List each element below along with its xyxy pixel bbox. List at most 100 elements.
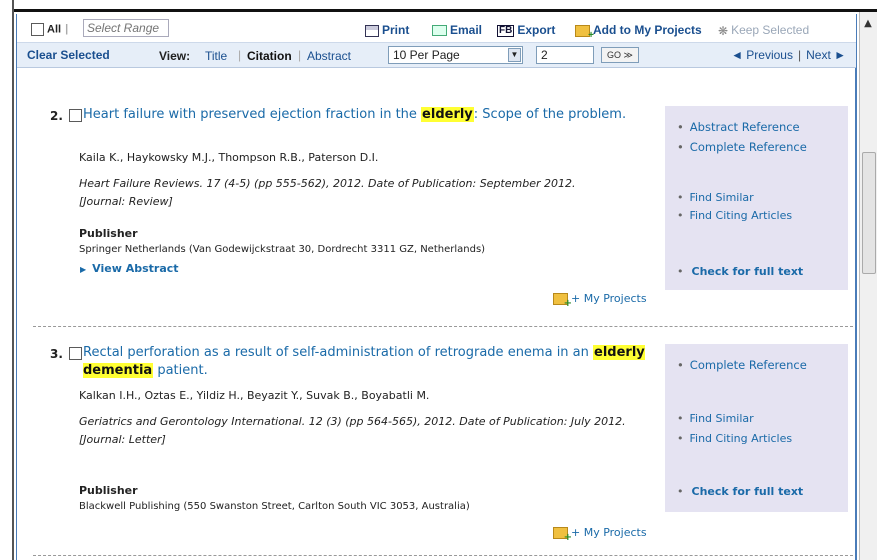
my-projects-label: + My Projects xyxy=(571,292,647,305)
per-page-select[interactable]: 10 Per Page ▼ xyxy=(388,46,523,64)
keep-selected-button[interactable]: ❋ Keep Selected xyxy=(718,23,809,38)
action-toolbar: All| Print Email FBExport Add to My Proj… xyxy=(17,14,856,43)
add-to-projects-button[interactable]: Add to My Projects xyxy=(575,23,702,41)
triangle-right-icon: ▶ xyxy=(80,265,87,274)
view-toolbar: Clear Selected View: Title | Citation | … xyxy=(17,43,856,68)
record-links-panel: • Complete Reference • Find Similar • Find … xyxy=(665,344,848,512)
add-to-my-projects-link[interactable]: + My Projects xyxy=(553,292,647,309)
email-label: Email xyxy=(450,23,483,37)
title-text: : Scope of the problem. xyxy=(473,107,627,122)
bullet-icon: • xyxy=(677,140,684,154)
view-divider: | xyxy=(238,48,242,62)
title-text: Heart failure with preserved ejection fr… xyxy=(83,107,422,122)
check-full-text-link[interactable]: • Check for full text xyxy=(677,265,803,278)
results-panel: All| Print Email FBExport Add to My Proj… xyxy=(16,14,857,560)
view-abstract-link[interactable]: ▶ View Abstract xyxy=(80,262,179,275)
pager-divider: | xyxy=(797,48,802,62)
abstract-reference-link[interactable]: • Abstract Reference xyxy=(677,120,800,134)
find-similar-link[interactable]: • Find Similar xyxy=(677,412,754,425)
publisher-text: Springer Netherlands (Van Godewijckstraa… xyxy=(79,244,486,255)
folder-add-icon xyxy=(575,24,594,41)
complete-reference-label: Complete Reference xyxy=(689,358,807,372)
find-similar-label: Find Similar xyxy=(689,412,754,425)
previous-link[interactable]: ◄ Previous xyxy=(731,48,793,62)
search-term-highlight: elderly xyxy=(421,107,474,122)
next-link[interactable]: Next ► xyxy=(806,48,846,62)
folder-add-icon xyxy=(553,293,572,309)
email-icon xyxy=(432,25,447,37)
add-to-my-projects-link[interactable]: + My Projects xyxy=(553,526,647,543)
window-left-edge xyxy=(0,0,14,560)
select-all-label: All xyxy=(47,23,62,36)
publisher-label: Publisher xyxy=(79,227,138,240)
title-text: Rectal perforation as a result of self-a… xyxy=(83,345,594,360)
scroll-up-arrow-icon[interactable]: ▲ xyxy=(860,16,876,32)
complete-reference-label: Complete Reference xyxy=(689,140,807,154)
bullet-icon: • xyxy=(677,120,684,134)
export-icon: FB xyxy=(497,24,515,37)
keep-selected-label: Keep Selected xyxy=(731,23,810,37)
window-top-edge xyxy=(0,0,877,12)
bullet-icon: • xyxy=(677,432,684,445)
select-all[interactable]: All | xyxy=(31,23,72,36)
select-all-checkbox[interactable] xyxy=(31,23,44,36)
record-source: Heart Failure Reviews. 17 (4-5) (pp 555-… xyxy=(79,175,659,211)
find-similar-label: Find Similar xyxy=(689,191,754,204)
scrollbar-thumb[interactable] xyxy=(862,152,876,274)
export-label: Export xyxy=(517,23,556,37)
print-icon xyxy=(365,24,379,37)
bullet-icon: • xyxy=(677,191,684,204)
view-citation-link[interactable]: Citation xyxy=(247,49,292,63)
document-type: [Journal: Letter] xyxy=(79,433,166,446)
record-divider xyxy=(33,326,853,327)
toolbar-divider: | xyxy=(65,23,69,36)
page-number-input[interactable]: 2 xyxy=(536,46,594,64)
record-title-link[interactable]: Rectal perforation as a result of self-a… xyxy=(83,344,648,380)
complete-reference-link[interactable]: • Complete Reference xyxy=(677,358,807,372)
record-source: Geriatrics and Gerontology International… xyxy=(79,413,659,449)
find-citing-articles-link[interactable]: • Find Citing Articles xyxy=(677,432,792,445)
publisher-label: Publisher xyxy=(79,484,138,497)
email-button[interactable]: Email xyxy=(432,23,482,37)
view-label: View: xyxy=(159,49,191,63)
pagination: ◄ Previous | Next ► xyxy=(731,48,846,62)
clear-selected-link[interactable]: Clear Selected xyxy=(27,48,110,62)
record-divider xyxy=(33,555,853,556)
record-number: 3. xyxy=(50,347,63,361)
chevron-down-icon[interactable]: ▼ xyxy=(508,48,521,62)
per-page-value: 10 Per Page xyxy=(393,48,460,62)
keep-selected-icon: ❋ xyxy=(718,23,729,38)
record-authors: Kaila K., Haykowsky M.J., Thompson R.B.,… xyxy=(79,151,379,164)
view-title-link[interactable]: Title xyxy=(205,49,227,63)
view-abstract-label: View Abstract xyxy=(92,262,179,275)
view-abstract-link[interactable]: Abstract xyxy=(307,49,351,63)
abstract-reference-label: Abstract Reference xyxy=(689,120,800,134)
find-citing-label: Find Citing Articles xyxy=(689,432,793,445)
record-checkbox[interactable] xyxy=(69,109,82,122)
check-full-text-label: Check for full text xyxy=(691,485,804,498)
vertical-scrollbar[interactable]: ▲ xyxy=(859,12,877,560)
export-button[interactable]: FB Export xyxy=(497,23,555,37)
result-record: 3. Rectal perforation as a result of sel… xyxy=(17,344,856,554)
add-to-projects-label: Add to My Projects xyxy=(593,23,702,37)
find-citing-articles-link[interactable]: • Find Citing Articles xyxy=(677,209,792,222)
find-similar-link[interactable]: • Find Similar xyxy=(677,191,754,204)
print-button[interactable]: Print xyxy=(365,23,409,37)
bullet-icon: • xyxy=(677,485,684,498)
source-citation: Heart Failure Reviews. 17 (4-5) (pp 555-… xyxy=(79,177,576,190)
record-authors: Kalkan I.H., Oztas E., Yildiz H., Beyazi… xyxy=(79,389,430,402)
source-citation: Geriatrics and Gerontology International… xyxy=(79,415,626,428)
view-divider: | xyxy=(298,48,302,62)
check-full-text-link[interactable]: • Check for full text xyxy=(677,485,803,498)
record-title-link[interactable]: Heart failure with preserved ejection fr… xyxy=(83,106,648,124)
result-record: 2. Heart failure with preserved ejection… xyxy=(17,106,856,316)
complete-reference-link[interactable]: • Complete Reference xyxy=(677,140,807,154)
record-number: 2. xyxy=(50,109,63,123)
go-button[interactable]: GO ≫ xyxy=(601,47,639,63)
print-label: Print xyxy=(382,23,410,37)
bullet-icon: • xyxy=(677,209,684,222)
record-checkbox[interactable] xyxy=(69,347,82,360)
title-text: patient. xyxy=(153,363,208,378)
select-range-input[interactable] xyxy=(83,19,169,37)
my-projects-label: + My Projects xyxy=(571,526,647,539)
